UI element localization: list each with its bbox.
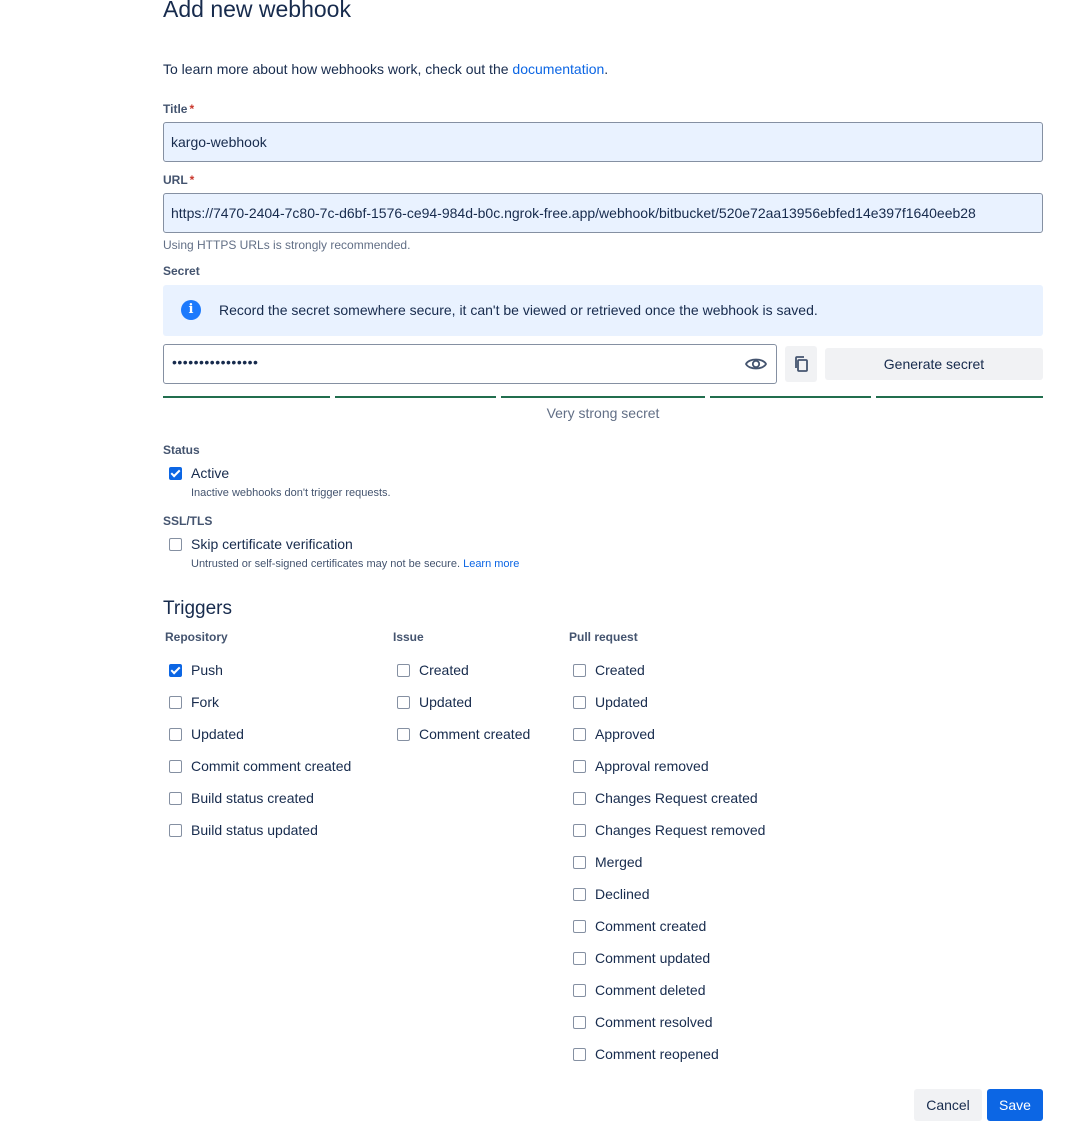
generate-secret-button[interactable]: Generate secret	[825, 348, 1043, 380]
triggers-heading: Triggers	[163, 598, 232, 619]
pull-request-trigger-checkbox[interactable]	[573, 664, 586, 677]
issue-trigger-checkbox[interactable]	[397, 696, 410, 709]
issue-trigger-label[interactable]: Updated	[419, 694, 472, 710]
pull-request-trigger-label[interactable]: Created	[595, 662, 645, 678]
copy-icon	[795, 356, 808, 372]
repository-trigger-checkbox[interactable]	[169, 664, 182, 677]
issue-trigger-checkbox[interactable]	[397, 728, 410, 741]
page-title: Add new webhook	[163, 0, 351, 22]
pull-request-trigger-checkbox[interactable]	[573, 984, 586, 997]
required-mark: *	[189, 173, 195, 187]
pull-request-trigger-checkbox[interactable]	[573, 952, 586, 965]
repository-trigger-label[interactable]: Push	[191, 662, 223, 678]
url-label: URL *	[163, 173, 194, 187]
pull-request-trigger-label[interactable]: Declined	[595, 886, 649, 902]
pull-request-trigger-label[interactable]: Comment updated	[595, 950, 710, 966]
active-label[interactable]: Active	[191, 465, 229, 481]
repository-trigger-label[interactable]: Build status created	[191, 790, 314, 806]
issue-trigger-label[interactable]: Comment created	[419, 726, 530, 742]
repository-trigger-label[interactable]: Fork	[191, 694, 219, 710]
active-helper-text: Inactive webhooks don't trigger requests…	[191, 487, 391, 499]
repository-column-heading: Repository	[165, 630, 228, 644]
pull-request-trigger-checkbox[interactable]	[573, 888, 586, 901]
documentation-link[interactable]: documentation	[512, 61, 604, 77]
intro-text-prefix: To learn more about how webhooks work, c…	[163, 61, 513, 77]
strength-meter-segment	[710, 396, 871, 398]
eye-icon[interactable]	[745, 355, 767, 373]
pull-request-trigger-label[interactable]: Approved	[595, 726, 655, 742]
title-label-text: Title	[163, 102, 188, 116]
skip-cert-checkbox[interactable]	[169, 538, 182, 551]
pull-request-column-heading: Pull request	[569, 630, 638, 644]
strength-label: Very strong secret	[546, 405, 660, 421]
secret-input[interactable]: ••••••••••••••••	[163, 344, 777, 384]
pull-request-trigger-label[interactable]: Comment deleted	[595, 982, 706, 998]
pull-request-trigger-label[interactable]: Comment created	[595, 918, 706, 934]
secret-masked-value: ••••••••••••••••	[172, 354, 259, 370]
pull-request-trigger-label[interactable]: Merged	[595, 854, 642, 870]
pull-request-trigger-checkbox[interactable]	[573, 1016, 586, 1029]
strength-meter-segment	[876, 396, 1043, 398]
pull-request-trigger-checkbox[interactable]	[573, 696, 586, 709]
title-label: Title *	[163, 102, 194, 116]
pull-request-trigger-checkbox[interactable]	[573, 920, 586, 933]
pull-request-trigger-checkbox[interactable]	[573, 1048, 586, 1061]
url-label-text: URL	[163, 173, 188, 187]
repository-trigger-checkbox[interactable]	[169, 824, 182, 837]
status-label: Status	[163, 443, 200, 457]
repository-trigger-checkbox[interactable]	[169, 728, 182, 741]
url-input[interactable]: https://7470-2404-7c80-7c-d6bf-1576-ce94…	[163, 193, 1043, 233]
pull-request-trigger-label[interactable]: Approval removed	[595, 758, 709, 774]
ssl-helper-text: Untrusted or self-signed certificates ma…	[191, 558, 519, 570]
repository-trigger-label[interactable]: Commit comment created	[191, 758, 351, 774]
strength-meter-segment	[163, 396, 330, 398]
pull-request-trigger-label[interactable]: Comment resolved	[595, 1014, 713, 1030]
pull-request-trigger-checkbox[interactable]	[573, 792, 586, 805]
repository-trigger-checkbox[interactable]	[169, 696, 182, 709]
issue-trigger-label[interactable]: Created	[419, 662, 469, 678]
pull-request-trigger-checkbox[interactable]	[573, 856, 586, 869]
url-input-value: https://7470-2404-7c80-7c-d6bf-1576-ce94…	[171, 205, 976, 221]
strength-meter-segment	[501, 396, 705, 398]
active-checkbox[interactable]	[169, 467, 182, 480]
title-input-value: kargo-webhook	[171, 134, 267, 150]
required-mark: *	[189, 102, 195, 116]
intro-text: To learn more about how webhooks work, c…	[163, 61, 608, 77]
title-input[interactable]: kargo-webhook	[163, 122, 1043, 162]
cancel-button[interactable]: Cancel	[914, 1089, 982, 1121]
pull-request-trigger-checkbox[interactable]	[573, 728, 586, 741]
pull-request-trigger-checkbox[interactable]	[573, 824, 586, 837]
secret-info-banner: i Record the secret somewhere secure, it…	[163, 285, 1043, 336]
issue-trigger-checkbox[interactable]	[397, 664, 410, 677]
intro-text-end: .	[604, 61, 609, 77]
issue-column-heading: Issue	[393, 630, 424, 644]
repository-trigger-checkbox[interactable]	[169, 760, 182, 773]
ssl-helper-text-body: Untrusted or self-signed certificates ma…	[191, 558, 464, 570]
secret-label: Secret	[163, 264, 200, 278]
pull-request-trigger-label[interactable]: Updated	[595, 694, 648, 710]
skip-cert-label[interactable]: Skip certificate verification	[191, 536, 353, 552]
strength-meter-segment	[335, 396, 496, 398]
pull-request-trigger-label[interactable]: Changes Request removed	[595, 822, 765, 838]
save-button[interactable]: Save	[987, 1089, 1043, 1121]
pull-request-trigger-label[interactable]: Changes Request created	[595, 790, 758, 806]
learn-more-link[interactable]: Learn more	[463, 558, 519, 570]
copy-secret-button[interactable]	[785, 346, 817, 382]
url-helper-text: Using HTTPS URLs is strongly recommended…	[163, 238, 411, 252]
repository-trigger-label[interactable]: Build status updated	[191, 822, 318, 838]
repository-trigger-label[interactable]: Updated	[191, 726, 244, 742]
pull-request-trigger-label[interactable]: Comment reopened	[595, 1046, 719, 1062]
repository-trigger-checkbox[interactable]	[169, 792, 182, 805]
ssl-label: SSL/TLS	[163, 514, 213, 528]
secret-info-text: Record the secret somewhere secure, it c…	[219, 302, 818, 318]
pull-request-trigger-checkbox[interactable]	[573, 760, 586, 773]
info-icon: i	[181, 300, 201, 320]
